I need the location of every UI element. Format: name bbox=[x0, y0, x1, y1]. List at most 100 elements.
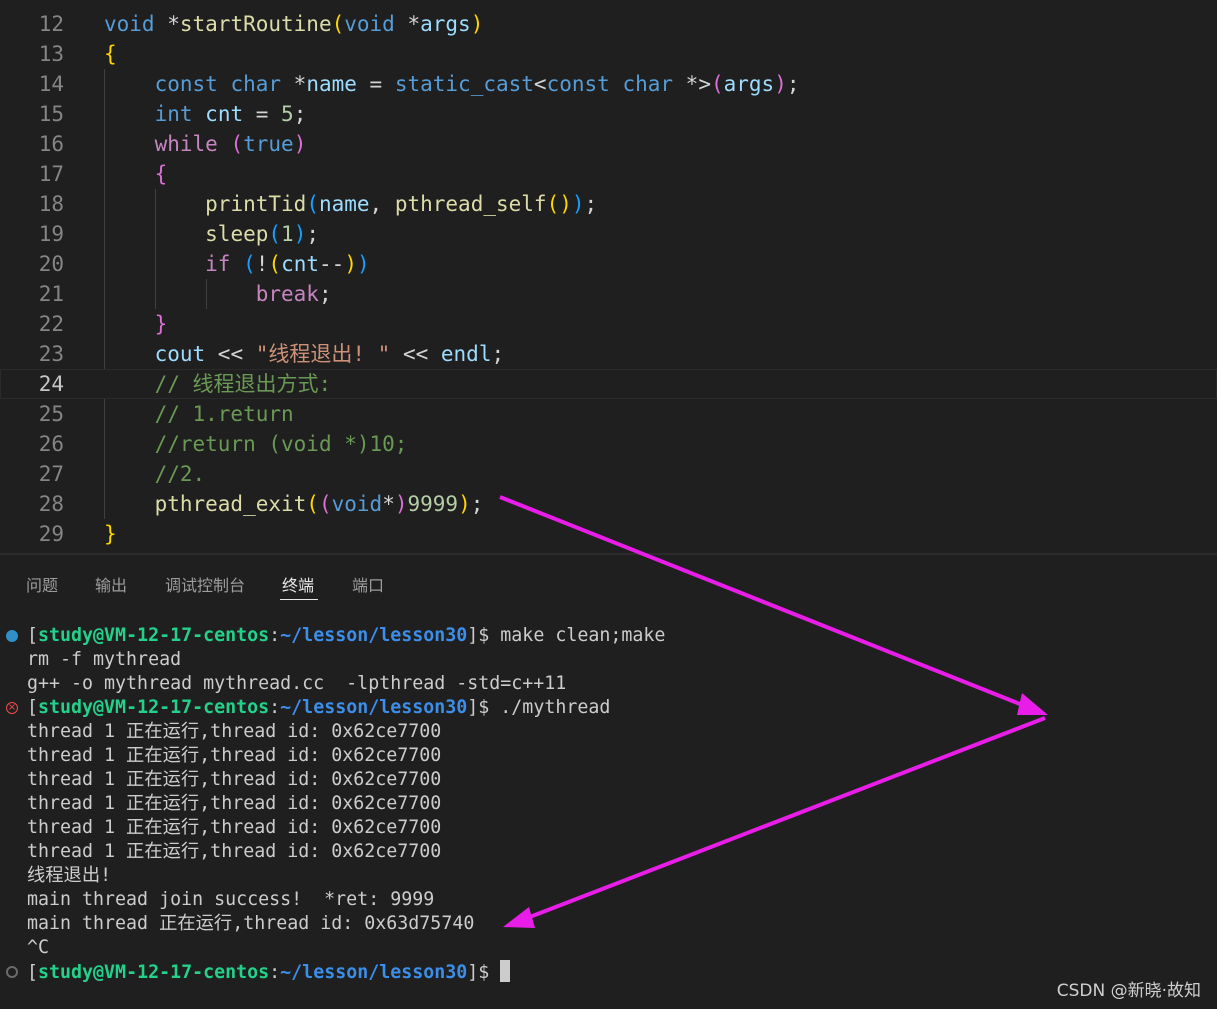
terminal-line: [study@VM-12-17-centos:~/lesson/lesson30… bbox=[27, 624, 665, 648]
code-line[interactable]: 26 //return (void *)10; bbox=[0, 429, 1217, 459]
code-line[interactable]: 17 { bbox=[0, 159, 1217, 189]
code-token: ) bbox=[774, 72, 787, 96]
code-line[interactable]: 22 } bbox=[0, 309, 1217, 339]
code-token: void bbox=[331, 492, 383, 516]
line-number: 17 bbox=[38, 162, 64, 186]
command-pending-icon[interactable] bbox=[6, 966, 18, 978]
code-line[interactable]: 13 { bbox=[0, 39, 1217, 69]
code-token: = bbox=[356, 72, 395, 96]
code-text: printTid(name, pthread_self()); bbox=[104, 189, 597, 219]
line-number: 28 bbox=[38, 492, 64, 516]
code-token: ( bbox=[318, 492, 332, 516]
code-token: //2. bbox=[154, 462, 206, 486]
code-text: } bbox=[104, 519, 117, 549]
terminal-line: thread 1 正在运行,thread id: 0x62ce7700 bbox=[27, 840, 441, 864]
code-token: printTid bbox=[205, 192, 307, 216]
code-token: ( bbox=[710, 72, 724, 96]
panel-tab[interactable]: 终端 bbox=[282, 572, 314, 596]
code-token: static_cast bbox=[394, 72, 534, 96]
code-token: -- bbox=[319, 252, 345, 276]
code-token: { bbox=[154, 162, 168, 186]
terminal-line: main thread 正在运行,thread id: 0x63d75740 bbox=[27, 912, 474, 936]
code-token: << bbox=[390, 342, 441, 366]
code-text: sleep(1); bbox=[104, 219, 319, 249]
code-token: ; bbox=[584, 192, 598, 216]
terminal-line: g++ -o mythread mythread.cc -lpthread -s… bbox=[27, 672, 566, 696]
code-line[interactable]: 27 //2. bbox=[0, 459, 1217, 489]
code-token: // 1.return bbox=[154, 402, 294, 426]
terminal-token: thread 1 正在运行,thread id: 0x62ce7700 bbox=[27, 817, 442, 838]
line-number: 14 bbox=[38, 72, 64, 96]
panel-tab[interactable]: 调试控制台 bbox=[165, 572, 245, 596]
panel-tab[interactable]: 端口 bbox=[352, 572, 384, 596]
terminal-line: main thread join success! *ret: 9999 bbox=[27, 888, 434, 912]
code-line[interactable]: 16 while (true) bbox=[0, 129, 1217, 159]
command-error-icon[interactable]: × bbox=[6, 702, 18, 714]
terminal-line: [study@VM-12-17-centos:~/lesson/lesson30… bbox=[27, 960, 511, 984]
code-line[interactable]: 25 // 1.return bbox=[0, 399, 1217, 429]
code-token: name bbox=[318, 192, 370, 216]
line-number: 13 bbox=[38, 42, 64, 66]
code-line[interactable]: 12 void *startRoutine(void *args) bbox=[0, 9, 1217, 39]
panel-tab[interactable]: 问题 bbox=[26, 572, 58, 596]
active-tab-indicator bbox=[280, 599, 318, 600]
code-line[interactable]: 28 pthread_exit((void*)9999); bbox=[0, 489, 1217, 519]
code-token: = bbox=[243, 102, 282, 126]
line-number: 27 bbox=[38, 462, 64, 486]
code-line[interactable]: 29} bbox=[0, 519, 1217, 549]
code-text: } bbox=[104, 309, 168, 339]
line-number: 24 bbox=[38, 372, 64, 396]
code-token: ( bbox=[230, 132, 244, 156]
code-text: if (!(cnt--)) bbox=[104, 249, 369, 279]
command-success-icon[interactable] bbox=[6, 630, 18, 642]
code-token: pthread_exit bbox=[154, 492, 307, 516]
panel-tab[interactable]: 输出 bbox=[95, 572, 127, 596]
code-line[interactable]: 24 // 线程退出方式: bbox=[0, 369, 1217, 399]
code-token: ( bbox=[306, 492, 319, 516]
terminal-token: thread 1 正在运行,thread id: 0x62ce7700 bbox=[27, 793, 442, 814]
code-text: //2. bbox=[104, 459, 206, 489]
line-number: 22 bbox=[38, 312, 64, 336]
code-line[interactable]: 14 const char *name = static_cast<const … bbox=[0, 69, 1217, 99]
terminal-token: main thread join success! *ret: 9999 bbox=[27, 889, 435, 910]
code-token: << bbox=[205, 342, 256, 366]
code-line[interactable]: 21 break; bbox=[0, 279, 1217, 309]
code-line[interactable]: 23 cout << "线程退出! " << endl; bbox=[0, 339, 1217, 369]
code-token: < bbox=[533, 72, 547, 96]
code-token: * bbox=[154, 12, 180, 36]
code-line[interactable]: 15 int cnt = 5; bbox=[0, 99, 1217, 129]
code-token: cnt bbox=[281, 252, 320, 276]
code-token: * bbox=[394, 12, 421, 36]
terminal-token: ~/lesson/lesson30 bbox=[280, 625, 468, 646]
terminal-token: rm -f mythread bbox=[27, 649, 182, 670]
code-token: void bbox=[104, 12, 155, 36]
code-token: ) bbox=[571, 192, 585, 216]
code-line[interactable]: 20 if (!(cnt--)) bbox=[0, 249, 1217, 279]
code-editor[interactable]: 12 void *startRoutine(void *args) 13{14 co… bbox=[0, 0, 1217, 553]
code-line[interactable]: 18 printTid(name, pthread_self()); bbox=[0, 189, 1217, 219]
code-token: if bbox=[205, 252, 231, 276]
line-number: 29 bbox=[38, 522, 64, 546]
line-number: 23 bbox=[38, 342, 64, 366]
terminal-token: [ bbox=[27, 697, 39, 718]
code-line[interactable]: 19 sleep(1); bbox=[0, 219, 1217, 249]
code-text: void *startRoutine(void *args) bbox=[104, 9, 483, 39]
code-token: () bbox=[546, 192, 572, 216]
code-token: const bbox=[154, 72, 218, 96]
terminal-token: thread 1 正在运行,thread id: 0x62ce7700 bbox=[27, 841, 442, 862]
code-token: args bbox=[723, 72, 775, 96]
code-token: } bbox=[104, 522, 117, 546]
code-token: ) bbox=[470, 12, 484, 36]
code-token: char bbox=[622, 72, 674, 96]
terminal-token: study@VM-12-17-centos bbox=[38, 697, 270, 718]
code-token: 5 bbox=[281, 102, 294, 126]
terminal-token: thread 1 正在运行,thread id: 0x62ce7700 bbox=[27, 769, 442, 790]
terminal-token: ~/lesson/lesson30 bbox=[280, 697, 468, 718]
